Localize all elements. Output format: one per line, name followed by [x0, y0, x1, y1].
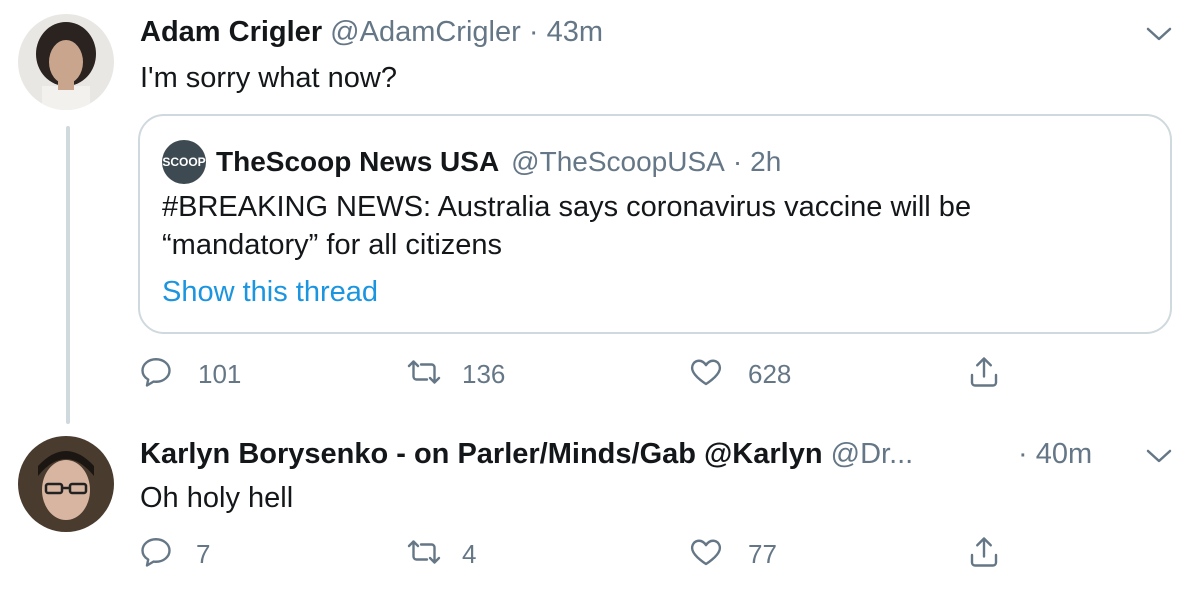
- retweet-count: 4: [462, 538, 477, 569]
- quoted-text: #BREAKING NEWS: Australia says coronavir…: [162, 188, 971, 264]
- scoop-logo: SCOOP: [162, 140, 206, 184]
- reply-button[interactable]: 7: [138, 534, 210, 574]
- chevron-down-icon[interactable]: [1144, 24, 1174, 44]
- reply-count: 7: [196, 538, 211, 569]
- quoted-text-line: #BREAKING NEWS: Australia says coronavir…: [162, 191, 972, 223]
- like-button[interactable]: 628: [688, 354, 791, 394]
- separator: ·: [1018, 438, 1028, 470]
- display-name[interactable]: Adam Crigler: [140, 16, 322, 48]
- separator: ·: [732, 146, 743, 177]
- share-icon: [966, 534, 1002, 575]
- tweet-text: I'm sorry what now?: [140, 62, 397, 94]
- heart-icon: [688, 354, 724, 395]
- quoted-text-line: “mandatory” for all citizens: [162, 229, 503, 261]
- like-count: 628: [748, 358, 792, 389]
- display-name[interactable]: Karlyn Borysenko - on Parler/Minds/Gab @…: [140, 438, 823, 470]
- reply-icon: [138, 534, 174, 575]
- share-button[interactable]: [966, 354, 1002, 394]
- retweet-icon: [406, 534, 442, 575]
- reply-count: 101: [198, 358, 242, 389]
- handle[interactable]: @Dr...: [831, 438, 914, 470]
- like-count: 77: [748, 538, 777, 569]
- timestamp-group: · 40m: [1018, 438, 1092, 471]
- quoted-tweet[interactable]: SCOOP TheScoop News USA @TheScoopUSA · 2…: [138, 114, 1172, 334]
- like-button[interactable]: 77: [688, 534, 777, 574]
- quoted-handle: @TheScoopUSA: [511, 146, 725, 177]
- avatar[interactable]: [18, 14, 114, 110]
- thread-connector: [66, 126, 70, 424]
- show-thread-link[interactable]: Show this thread: [162, 276, 378, 309]
- reply-button[interactable]: 101: [138, 354, 241, 394]
- heart-icon: [688, 534, 724, 575]
- timestamp[interactable]: 40m: [1036, 438, 1092, 470]
- share-icon: [966, 354, 1002, 395]
- chevron-down-icon[interactable]: [1144, 446, 1174, 466]
- retweet-button[interactable]: 4: [406, 534, 476, 574]
- timestamp[interactable]: 43m: [547, 16, 603, 48]
- separator: ·: [528, 16, 539, 48]
- retweet-button[interactable]: 136: [406, 354, 505, 394]
- retweet-count: 136: [462, 358, 506, 389]
- share-button[interactable]: [966, 534, 1002, 574]
- logo-text: SCOOP: [162, 155, 206, 169]
- quoted-timestamp: 2h: [750, 146, 782, 177]
- handle[interactable]: @AdamCrigler: [330, 16, 521, 48]
- reply-icon: [138, 354, 174, 395]
- quoted-display-name: TheScoop News USA: [216, 146, 500, 177]
- retweet-icon: [406, 354, 442, 395]
- tweet-header: Karlyn Borysenko - on Parler/Minds/Gab @…: [140, 438, 913, 471]
- avatar[interactable]: [18, 436, 114, 532]
- tweet-text: Oh holy hell: [140, 482, 294, 514]
- tweet-header: Adam Crigler @AdamCrigler · 43m: [140, 16, 603, 49]
